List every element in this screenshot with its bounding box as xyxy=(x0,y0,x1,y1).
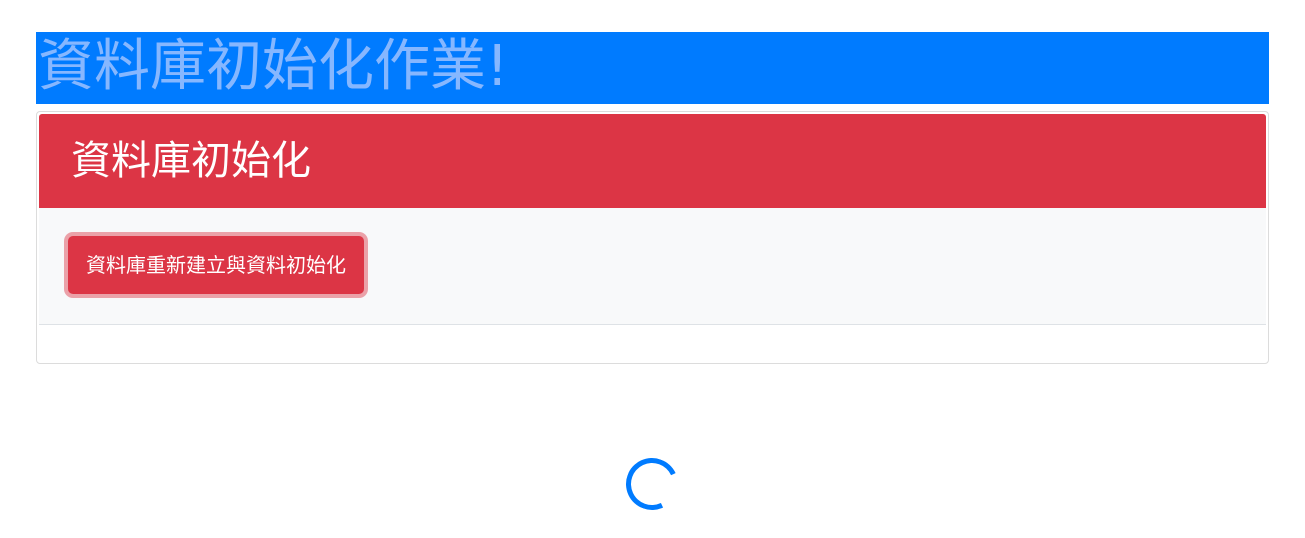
card-body: 資料庫重新建立與資料初始化 xyxy=(39,208,1266,325)
page-title-banner: 資料庫初始化作業! xyxy=(36,32,1269,104)
database-init-card: 資料庫初始化 資料庫重新建立與資料初始化 xyxy=(36,111,1269,364)
page: 資料庫初始化作業! 資料庫初始化 資料庫重新建立與資料初始化 xyxy=(0,0,1305,538)
loading-spinner-icon xyxy=(618,450,686,518)
rebuild-database-button[interactable]: 資料庫重新建立與資料初始化 xyxy=(68,236,364,294)
card-header-title: 資料庫初始化 xyxy=(39,114,1266,208)
